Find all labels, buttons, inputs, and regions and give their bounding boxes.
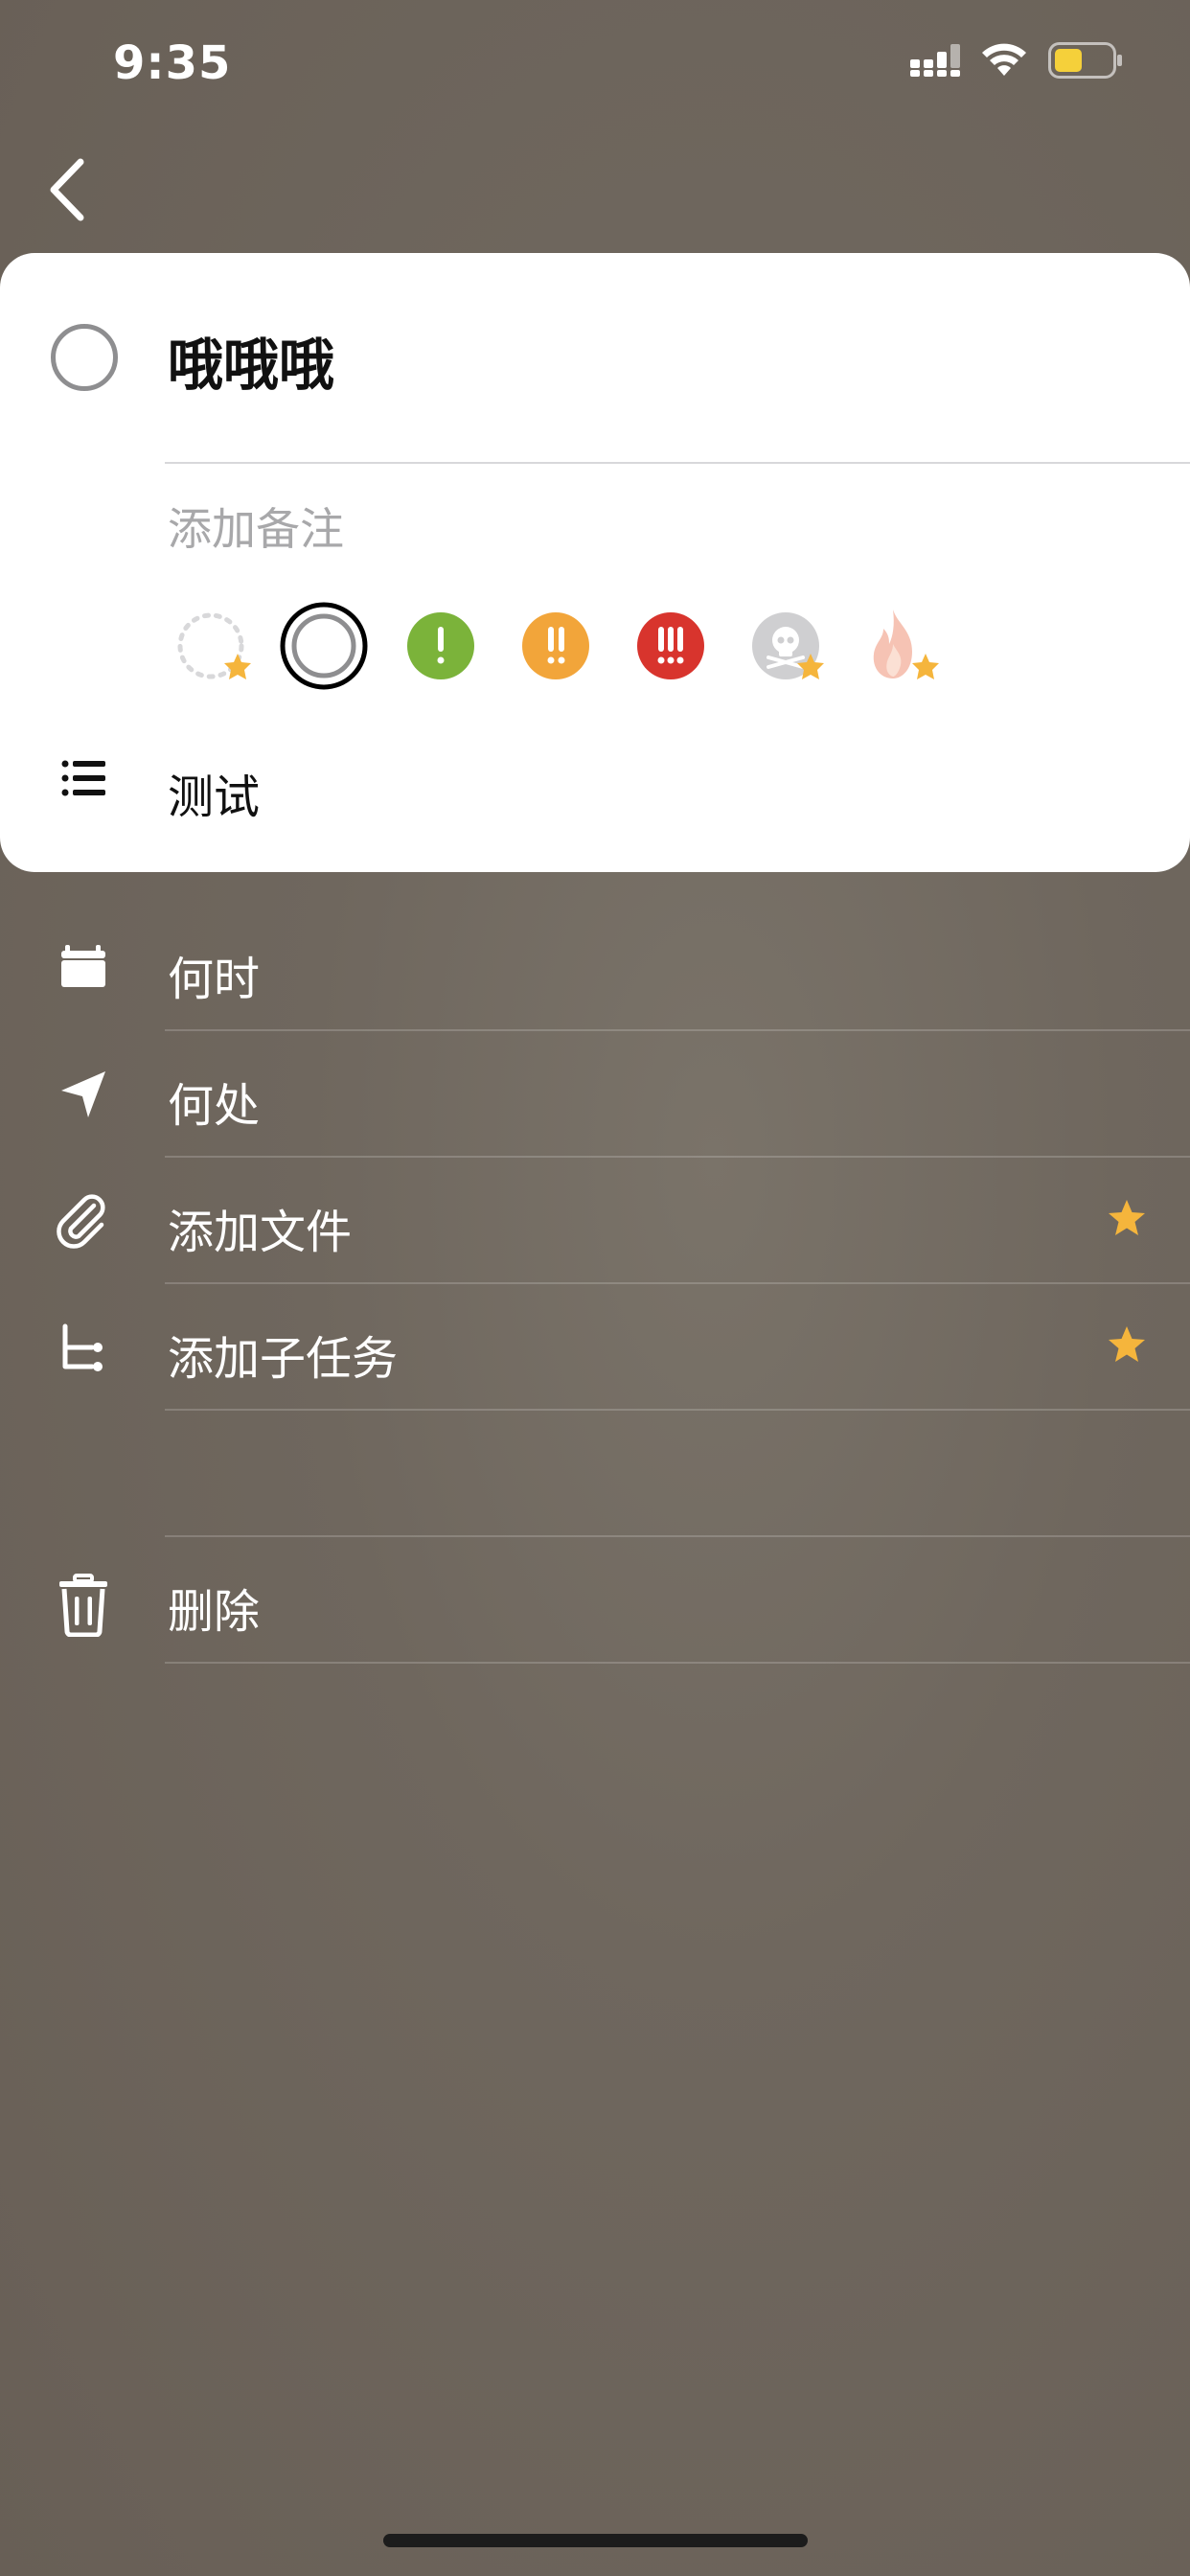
calendar-icon [56, 941, 111, 997]
add-file-row[interactable]: 添加文件 [0, 1158, 1190, 1284]
cellular-signal-icon [910, 44, 960, 80]
dotted-circle-icon [177, 612, 251, 679]
priority-none-option[interactable] [172, 598, 268, 694]
add-subtask-row[interactable]: 添加子任务 [0, 1284, 1190, 1411]
complete-checkbox[interactable] [51, 324, 118, 391]
delete-row[interactable]: 删除 [0, 1537, 1190, 1664]
delete-label: 删除 [168, 1585, 261, 1639]
star-icon [1106, 1324, 1148, 1370]
priority-default-option[interactable] [280, 598, 376, 694]
priority-medium-option[interactable] [510, 598, 606, 694]
where-label: 何处 [168, 1079, 261, 1133]
status-bar: 9:35 [0, 0, 1190, 134]
divider [165, 1662, 1190, 1664]
task-title[interactable]: 哦哦哦 [168, 320, 334, 401]
list-name: 测试 [168, 770, 261, 824]
skull-icon [752, 612, 824, 679]
chevron-left-icon [48, 158, 86, 225]
location-arrow-icon [56, 1068, 111, 1123]
task-title-row: 哦哦哦 [0, 253, 1190, 464]
triple-exclamation-icon [637, 612, 704, 679]
add-note-field[interactable]: 添加备注 [168, 494, 344, 558]
status-time: 9:35 [113, 36, 232, 90]
single-exclamation-icon [407, 612, 474, 679]
star-icon [1106, 1198, 1148, 1244]
paperclip-icon [56, 1194, 111, 1250]
add-file-label: 添加文件 [168, 1206, 353, 1259]
fire-icon [873, 610, 939, 679]
spacer-row [0, 1411, 1190, 1537]
back-button[interactable] [29, 153, 105, 230]
action-list: 何时 何处 添加文件 添加子任务 删除 [0, 905, 1190, 1664]
when-label: 何时 [168, 953, 261, 1006]
priority-skull-option[interactable] [740, 598, 835, 694]
home-indicator[interactable] [383, 2534, 808, 2547]
trash-icon [56, 1574, 111, 1638]
battery-icon [1048, 42, 1123, 82]
subtask-icon [56, 1321, 111, 1376]
double-exclamation-icon [522, 612, 589, 679]
priority-selector [172, 598, 1035, 694]
add-subtask-label: 添加子任务 [168, 1332, 399, 1386]
priority-low-option[interactable] [395, 598, 491, 694]
when-row[interactable]: 何时 [0, 905, 1190, 1031]
where-row[interactable]: 何处 [0, 1031, 1190, 1158]
list-icon [61, 759, 105, 801]
task-card: 哦哦哦 添加备注 测试 [0, 253, 1190, 872]
divider [165, 462, 1190, 464]
list-selector[interactable]: 测试 [0, 732, 1190, 838]
wifi-icon [981, 43, 1027, 81]
ring-icon [280, 602, 368, 690]
priority-high-option[interactable] [625, 598, 721, 694]
priority-fire-option[interactable] [855, 598, 950, 694]
status-icons [910, 42, 1123, 82]
